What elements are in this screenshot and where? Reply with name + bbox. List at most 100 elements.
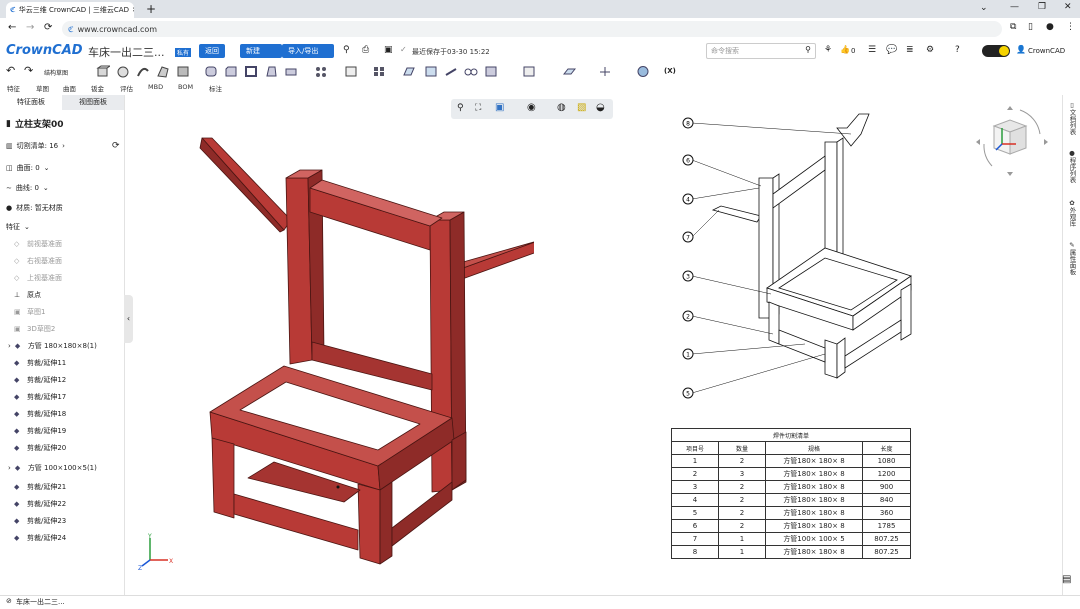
tree-item-trim12[interactable]: ◆ 剪裁/延伸12 [14, 375, 66, 385]
tree-item-trim22[interactable]: ◆ 剪裁/延伸22 [14, 499, 66, 509]
doc-list-tab[interactable]: ▯文档列表 [1067, 101, 1077, 135]
tree-item-3dsketch2[interactable]: ▣ 3D草图2 [14, 324, 55, 334]
theme-toggle[interactable] [982, 45, 1010, 57]
tree-item-trim21[interactable]: ◆ 剪裁/延伸21 [14, 482, 66, 492]
sidebar-icon[interactable]: ▯ [1028, 22, 1033, 32]
like-icon[interactable]: 👍 [840, 45, 850, 54]
loft-icon[interactable] [156, 65, 170, 78]
mirror-icon[interactable] [344, 65, 358, 78]
section-view-icon[interactable] [484, 65, 498, 78]
globe-icon[interactable] [636, 65, 650, 78]
draft-icon[interactable] [264, 65, 278, 78]
save-icon[interactable]: ▣ [384, 45, 393, 55]
undo-icon[interactable]: ↶ [6, 64, 15, 77]
part-header[interactable]: ▮ 立柱支架00 [6, 117, 63, 131]
sweep-icon[interactable] [136, 65, 150, 78]
tree-item-origin[interactable]: ⊥ 原点 [14, 290, 41, 300]
browser-tab[interactable]: ℭ 华云三维 CrownCAD | 三维云CAD ✕ [6, 2, 134, 18]
chamfer-icon[interactable] [224, 65, 238, 78]
view-cube[interactable] [972, 104, 1052, 180]
new-tab-icon[interactable]: + [146, 2, 156, 16]
tab-list-chevron-icon[interactable]: ⌄ [980, 3, 988, 13]
back-arrow-icon[interactable]: ← [8, 22, 16, 33]
expand-chevron-icon[interactable]: › [8, 464, 11, 472]
cut-icon[interactable] [176, 65, 190, 78]
forward-arrow-icon[interactable]: → [26, 22, 34, 33]
notes-icon[interactable]: ☰ [868, 45, 876, 55]
tree-item-trim18[interactable]: ◆ 剪裁/延伸18 [14, 409, 66, 419]
tree-item-tube-100[interactable]: › ◆ 方管 100×100×5(1) [8, 463, 97, 473]
pattern-icon[interactable] [314, 65, 328, 78]
tree-item-trim19[interactable]: ◆ 剪裁/延伸19 [14, 426, 66, 436]
reference-plane-icon[interactable] [402, 65, 416, 78]
profile-icon[interactable]: ● [1046, 22, 1054, 32]
view-cube-icon[interactable]: ▣ [495, 102, 504, 113]
extensions-icon[interactable]: ⧉ [1010, 22, 1016, 32]
tab-close-icon[interactable]: ✕ [132, 6, 134, 14]
refresh-icon[interactable]: ⟳ [112, 141, 120, 151]
print-icon[interactable]: ⎙ [362, 45, 369, 55]
appearance-icon[interactable] [522, 65, 536, 78]
tab-feature-panel[interactable]: 特征面板 [0, 95, 62, 110]
tab-view-panel[interactable]: 视图面板 [62, 95, 124, 110]
extrude-icon[interactable] [96, 65, 110, 78]
shell-icon[interactable] [244, 65, 258, 78]
minimize-icon[interactable]: — [1010, 2, 1019, 12]
tree-item-trim11[interactable]: ◆ 剪裁/延伸11 [14, 358, 66, 368]
back-button[interactable]: 返回 [199, 44, 225, 58]
menu-tab-mbd[interactable]: MBD [148, 83, 163, 91]
chat-icon[interactable]: 💬 [886, 45, 897, 55]
import-export-button[interactable]: 导入/导出 [282, 44, 334, 58]
menu-tab-sheetmetal[interactable]: 钣金 [91, 83, 104, 93]
browser-menu-icon[interactable]: ⋮ [1066, 22, 1075, 32]
tree-item-front-plane[interactable]: ◇ 前视基准面 [14, 239, 62, 249]
measure-icon[interactable] [444, 65, 458, 78]
appearance-toggle-icon[interactable]: ▧ [577, 102, 586, 113]
tree-item-sketch1[interactable]: ▣ 草图1 [14, 307, 45, 317]
program-list-tab[interactable]: ●程序列表 [1067, 149, 1077, 183]
redo-icon[interactable]: ↷ [24, 64, 33, 77]
plane-view-icon[interactable] [562, 65, 576, 78]
document-tab-label[interactable]: 车床一出二三... [16, 597, 65, 607]
appearance-library-tab[interactable]: ✿外观库 [1067, 199, 1077, 227]
cut-list-row[interactable]: ▥ 切割清单: 16 › [6, 141, 65, 151]
document-title[interactable]: 车床一出二三... [88, 44, 165, 60]
surfaces-row[interactable]: ◫ 曲面: 0 ⌄ [6, 163, 50, 173]
zoom-icon[interactable]: ⚲ [457, 103, 464, 113]
tree-item-trim20[interactable]: ◆ 剪裁/延伸20 [14, 443, 66, 453]
user-name[interactable]: CrownCAD [1028, 47, 1065, 55]
close-window-icon[interactable]: ✕ [1064, 2, 1072, 12]
collapse-panel-handle[interactable]: ‹ [124, 295, 133, 343]
share-icon[interactable]: ⚘ [824, 45, 832, 55]
tree-item-right-plane[interactable]: ◇ 右视基准面 [14, 256, 62, 266]
display-style-icon[interactable]: ◉ [527, 102, 536, 113]
fillet-icon[interactable] [204, 65, 218, 78]
menu-tab-bom[interactable]: BOM [178, 83, 193, 91]
coordinate-system-icon[interactable] [598, 65, 612, 78]
list-icon[interactable]: ≣ [906, 45, 914, 55]
reload-icon[interactable]: ⟳ [44, 22, 52, 33]
menu-tab-sketch[interactable]: 草图 [36, 83, 49, 93]
search-icon[interactable]: ⚲ [805, 45, 811, 54]
help-icon[interactable]: ? [955, 45, 960, 55]
tree-item-trim17[interactable]: ◆ 剪裁/延伸17 [14, 392, 66, 402]
grid-pattern-icon[interactable] [372, 65, 386, 78]
curves-row[interactable]: ∼ 曲线: 0 ⌄ [6, 183, 49, 193]
tree-item-trim23[interactable]: ◆ 剪裁/延伸23 [14, 516, 66, 526]
pin-icon[interactable]: ⚲ [343, 45, 350, 55]
formula-icon[interactable]: (X) [664, 67, 676, 75]
site-info-icon[interactable]: ℭ [68, 25, 74, 34]
tree-item-trim24[interactable]: ◆ 剪裁/延伸24 [14, 533, 66, 543]
settings-gear-icon[interactable]: ⚙ [926, 45, 934, 55]
user-icon[interactable]: 👤 [1016, 45, 1026, 54]
menu-tab-annotate[interactable]: 标注 [209, 83, 222, 93]
tree-item-top-plane[interactable]: ◇ 上视基准面 [14, 273, 62, 283]
scene-icon[interactable]: ◒ [596, 102, 605, 113]
new-button[interactable]: 新建 [240, 44, 282, 58]
tree-item-tube-180[interactable]: › ◆ 方管 180×180×8(1) [8, 341, 97, 351]
material-row[interactable]: ● 材质: 暂无材质 [6, 203, 63, 213]
menu-tab-surface[interactable]: 曲面 [63, 83, 76, 93]
expand-chevron-icon[interactable]: › [8, 342, 11, 350]
menu-tab-evaluate[interactable]: 评估 [120, 83, 133, 93]
3d-model-viewport[interactable] [134, 120, 534, 570]
